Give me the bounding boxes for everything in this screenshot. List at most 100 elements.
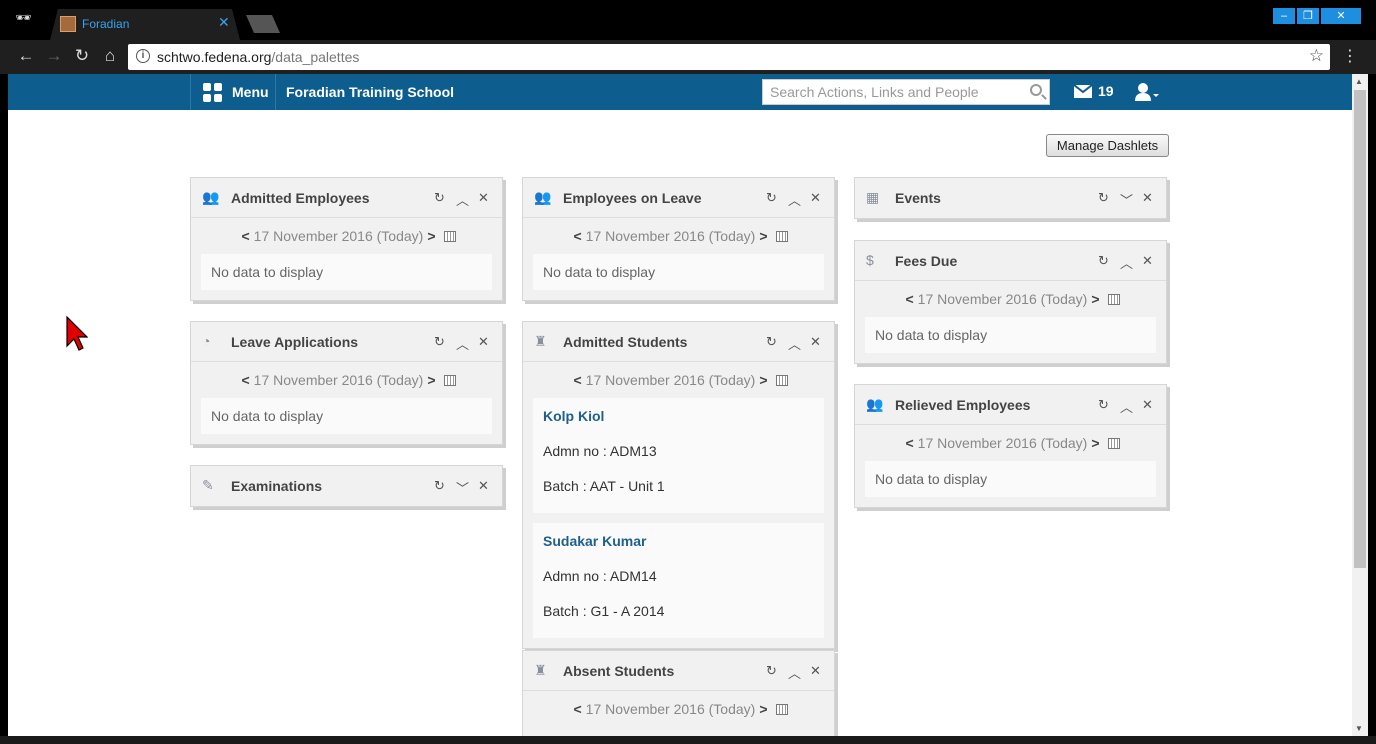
close-icon[interactable]: ✕ bbox=[810, 663, 821, 679]
close-icon[interactable]: ✕ bbox=[478, 190, 489, 206]
next-date-icon[interactable]: > bbox=[1087, 435, 1103, 451]
refresh-icon[interactable]: ↻ bbox=[434, 190, 445, 206]
bookmark-star-icon[interactable]: ☆ bbox=[1309, 46, 1324, 66]
refresh-icon[interactable]: ↻ bbox=[434, 334, 445, 350]
close-icon[interactable]: ✕ bbox=[478, 478, 489, 494]
search-input[interactable] bbox=[763, 80, 1021, 104]
scroll-thumb[interactable] bbox=[1354, 90, 1366, 568]
next-date-icon[interactable]: > bbox=[755, 372, 771, 388]
student-name-link[interactable]: Sudakar Kumar bbox=[543, 533, 814, 568]
refresh-icon[interactable]: ↻ bbox=[766, 663, 777, 679]
close-icon[interactable]: ✕ bbox=[478, 334, 489, 350]
collapse-icon[interactable]: ︿ bbox=[788, 190, 801, 209]
close-icon[interactable]: ✕ bbox=[1142, 190, 1153, 206]
close-icon[interactable]: ✕ bbox=[810, 190, 821, 206]
dashlet-title: Events bbox=[895, 190, 941, 206]
back-icon[interactable]: ← bbox=[16, 46, 36, 66]
collapse-icon[interactable]: ︿ bbox=[456, 190, 469, 209]
close-icon[interactable]: ✕ bbox=[1142, 397, 1153, 413]
dashlet-title: Admitted Students bbox=[563, 334, 688, 350]
collapse-icon[interactable]: ︿ bbox=[456, 334, 469, 353]
collapse-icon[interactable]: ︿ bbox=[788, 334, 801, 353]
browser-titlebar: 🕶 Foradian ✕ – ❐ ✕ bbox=[0, 0, 1376, 40]
prev-date-icon[interactable]: < bbox=[569, 228, 585, 244]
new-tab-button[interactable] bbox=[246, 15, 280, 33]
refresh-icon[interactable]: ↻ bbox=[434, 478, 445, 494]
scroll-down-icon[interactable]: ▼ bbox=[1355, 724, 1363, 733]
next-date-icon[interactable]: > bbox=[755, 228, 771, 244]
calendar-icon[interactable] bbox=[443, 375, 456, 386]
browser-tab[interactable]: Foradian ✕ bbox=[50, 9, 240, 40]
minimize-button[interactable]: – bbox=[1273, 8, 1295, 24]
refresh-icon[interactable]: ↻ bbox=[766, 334, 777, 350]
school-name[interactable]: Foradian Training School bbox=[286, 84, 454, 100]
search-box[interactable] bbox=[762, 79, 1050, 105]
collapse-icon[interactable]: ︿ bbox=[1120, 397, 1133, 416]
student-name-link[interactable]: Kolp Kiol bbox=[543, 408, 814, 443]
tab-close-icon[interactable]: ✕ bbox=[218, 14, 230, 31]
window-close-button[interactable]: ✕ bbox=[1321, 8, 1361, 24]
mouse-cursor-icon bbox=[66, 316, 88, 351]
collapse-icon[interactable]: ︿ bbox=[788, 663, 801, 682]
dashlet-relieved-employees: 👥 Relieved Employees ↻ ︿ ✕ <17 November … bbox=[854, 384, 1167, 508]
maximize-button[interactable]: ❐ bbox=[1297, 8, 1319, 24]
admission-number: Admn no : ADM14 bbox=[543, 568, 657, 584]
tab-title: Foradian bbox=[82, 17, 130, 31]
manage-dashlets-button[interactable]: Manage Dashlets bbox=[1046, 134, 1169, 157]
close-icon[interactable]: ✕ bbox=[1142, 253, 1153, 269]
info-icon[interactable]: i bbox=[136, 49, 150, 63]
calendar-icon[interactable] bbox=[443, 231, 456, 242]
favicon-icon bbox=[60, 16, 76, 32]
prev-date-icon[interactable]: < bbox=[901, 291, 917, 307]
search-icon[interactable] bbox=[1030, 84, 1042, 96]
prev-date-icon[interactable]: < bbox=[569, 372, 585, 388]
browser-menu-icon[interactable]: ⋮ bbox=[1342, 46, 1358, 66]
date-label: 17 November 2016 (Today) bbox=[917, 291, 1088, 307]
dashlet-title: Employees on Leave bbox=[563, 190, 702, 206]
prev-date-icon[interactable]: < bbox=[237, 228, 253, 244]
calendar-icon[interactable] bbox=[1107, 294, 1120, 305]
calendar-icon[interactable] bbox=[775, 375, 788, 386]
page-scrollbar[interactable]: ▲ ▼ bbox=[1352, 74, 1368, 736]
next-date-icon[interactable]: > bbox=[1087, 291, 1103, 307]
expand-icon[interactable]: ﹀ bbox=[456, 478, 469, 497]
next-date-icon[interactable]: > bbox=[755, 701, 771, 717]
next-date-icon[interactable]: > bbox=[423, 228, 439, 244]
messages-button[interactable]: 19 bbox=[1074, 82, 1134, 102]
refresh-icon[interactable]: ↻ bbox=[766, 190, 777, 206]
home-icon[interactable]: ⌂ bbox=[100, 46, 120, 66]
refresh-icon[interactable]: ↻ bbox=[1098, 253, 1109, 269]
expand-icon[interactable]: ﹀ bbox=[1120, 190, 1133, 209]
dashlet-employees-on-leave: 👥 Employees on Leave ↻ ︿ ✕ <17 November … bbox=[522, 177, 835, 301]
prev-date-icon[interactable]: < bbox=[237, 372, 253, 388]
forward-icon[interactable]: → bbox=[44, 46, 64, 66]
student-icon: ♜ bbox=[534, 333, 547, 349]
prev-date-icon[interactable]: < bbox=[569, 701, 585, 717]
employees-icon: 👥 bbox=[202, 189, 220, 205]
employees-icon: 👥 bbox=[534, 189, 552, 205]
prev-date-icon[interactable]: < bbox=[901, 435, 917, 451]
address-bar[interactable]: i schtwo.fedena.org/data_palettes ☆ bbox=[128, 44, 1330, 70]
calendar-icon[interactable] bbox=[775, 231, 788, 242]
next-date-icon[interactable]: > bbox=[423, 372, 439, 388]
mail-count: 19 bbox=[1098, 83, 1114, 99]
collapse-icon[interactable]: ︿ bbox=[1120, 253, 1133, 272]
url-text[interactable]: schtwo.fedena.org/data_palettes bbox=[157, 49, 359, 65]
scroll-up-icon[interactable]: ▲ bbox=[1355, 77, 1363, 86]
calendar-icon[interactable] bbox=[1107, 438, 1120, 449]
dashlet-title: Fees Due bbox=[895, 253, 958, 269]
fees-icon: $ bbox=[866, 252, 874, 268]
refresh-icon[interactable]: ↻ bbox=[1098, 397, 1109, 413]
user-menu-icon[interactable] bbox=[1134, 82, 1159, 102]
dashlet-title: Examinations bbox=[231, 478, 323, 494]
clock-icon: ◔ bbox=[202, 333, 211, 349]
date-label: 17 November 2016 (Today) bbox=[585, 372, 756, 388]
menu-button[interactable]: Menu bbox=[190, 74, 276, 110]
refresh-icon[interactable]: ↻ bbox=[1098, 190, 1109, 206]
calendar-icon[interactable] bbox=[775, 704, 788, 715]
mail-icon bbox=[1074, 85, 1092, 98]
page-viewport: Menu Foradian Training School 19 Manage … bbox=[8, 74, 1352, 736]
reload-icon[interactable]: ↻ bbox=[72, 46, 92, 66]
empty-message: No data to display bbox=[201, 398, 492, 434]
close-icon[interactable]: ✕ bbox=[810, 334, 821, 350]
